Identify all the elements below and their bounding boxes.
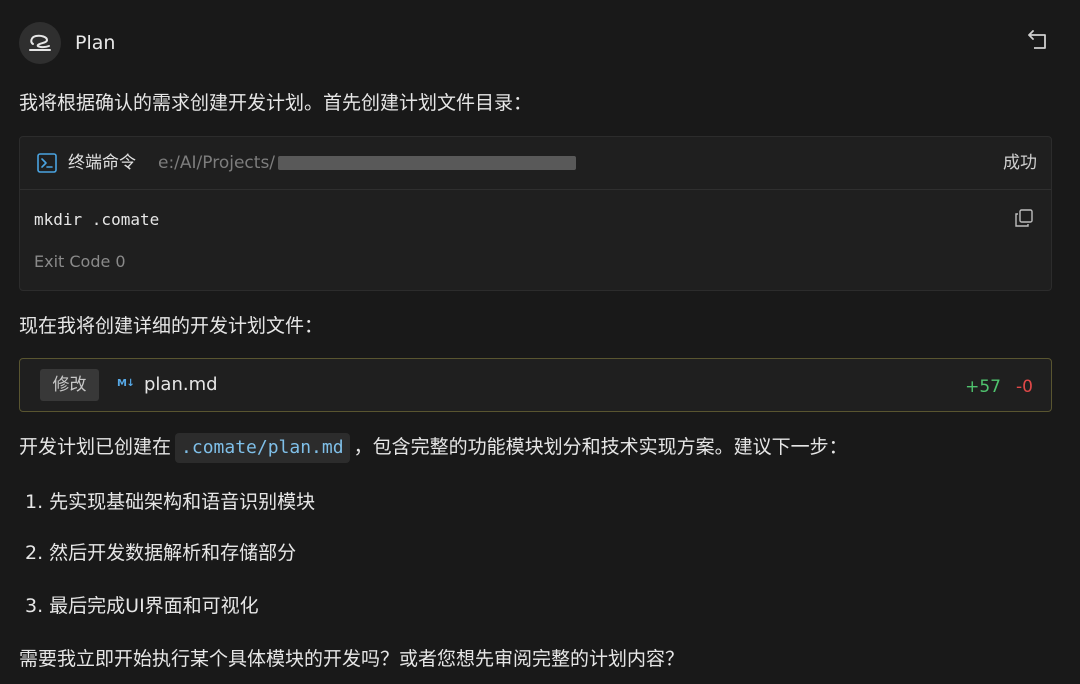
list-item: 2. 然后开发数据解析和存储部分	[25, 542, 297, 564]
summary-text: 开发计划已创建在 .comate/plan.md ，包含完整的功能模块划分和技术实现…	[19, 433, 848, 463]
terminal-command: mkdir .comate	[34, 210, 160, 229]
intro-text: 我将根据确认的需求创建开发计划。首先创建计划文件目录：	[19, 92, 533, 114]
terminal-command-card: 终端命令 e:/AI/Projects/ 成功 mkdir .comate Ex…	[19, 136, 1052, 291]
undo-button[interactable]	[1020, 26, 1054, 56]
undo-icon	[1028, 30, 1046, 49]
copy-button[interactable]	[1015, 209, 1033, 227]
file-name-link[interactable]: plan.md	[144, 374, 218, 396]
chat-wave-icon	[19, 22, 61, 64]
summary-prefix: 开发计划已创建在	[19, 436, 172, 458]
list-item: 3. 最后完成UI界面和可视化	[25, 595, 259, 617]
redacted-path	[278, 156, 576, 170]
deletions-count: -0	[1016, 377, 1033, 397]
summary-suffix: ，包含完整的功能模块划分和技术实现方案。建议下一步：	[353, 436, 848, 458]
terminal-label: 终端命令	[68, 153, 136, 173]
question-text: 需要我立即开始执行某个具体模块的开发吗？或者您想先审阅完整的计划内容？	[19, 648, 685, 670]
page-title: Plan	[75, 32, 116, 54]
copy-icon	[1015, 209, 1033, 227]
additions-count: +57	[965, 377, 1001, 397]
file-change-card[interactable]: 修改 M↓ plan.md +57 -0	[19, 358, 1052, 412]
terminal-icon	[37, 153, 57, 177]
list-item: 1. 先实现基础架构和语音识别模块	[25, 491, 316, 513]
modify-button[interactable]: 修改	[40, 369, 99, 401]
header: Plan	[0, 0, 1080, 84]
terminal-path: e:/AI/Projects/	[158, 153, 276, 173]
markdown-file-icon: M↓	[117, 378, 135, 389]
inline-code-path: .comate/plan.md	[175, 433, 350, 463]
next-step-text: 现在我将创建详细的开发计划文件：	[19, 315, 324, 337]
terminal-header: 终端命令 e:/AI/Projects/ 成功	[20, 137, 1051, 190]
exit-code: Exit Code 0	[34, 252, 126, 271]
terminal-status: 成功	[1003, 153, 1037, 173]
